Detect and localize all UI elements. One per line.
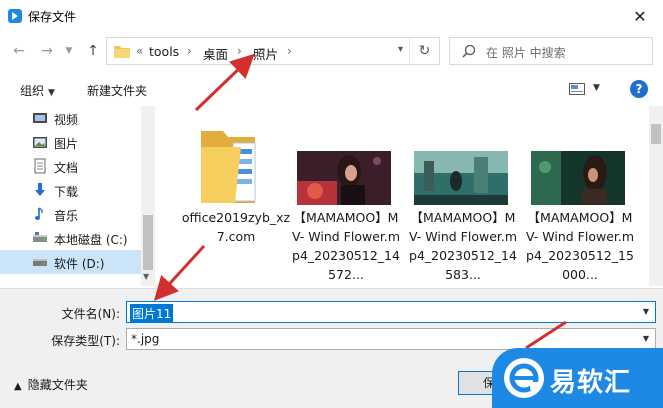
up-button[interactable]: ↑ — [84, 42, 102, 60]
arrow-right-icon: → — [41, 43, 53, 59]
download-icon — [35, 183, 45, 196]
sidebar-item-music[interactable]: 音乐 — [0, 202, 141, 226]
file-name: 【MAMAMOO】MV- Wind Flower.mp4_20230512_14… — [291, 210, 401, 282]
address-segment-photos[interactable]: 照片 — [253, 44, 278, 63]
watermark-logo-mark — [504, 358, 544, 398]
chevron-up-icon: ▲ — [14, 381, 22, 392]
navigation-pane: 视频 图片 文档 下载 音乐 本地磁盘 (C:) 软件 (D:) — [0, 106, 155, 286]
view-options-caret-icon[interactable]: ▼ — [593, 83, 600, 93]
chevron-right-icon[interactable]: › — [287, 44, 292, 58]
filename-label: 文件名(N): — [61, 307, 120, 321]
address-segment-tools[interactable]: tools — [149, 44, 179, 59]
address-bar[interactable]: « tools › 桌面 › 照片 › ▾ ↻ — [106, 37, 440, 65]
sidebar-item-label: 音乐 — [54, 209, 79, 223]
arrow-left-icon: ← — [13, 43, 25, 59]
sidebar-item-drive-d[interactable]: 软件 (D:) — [0, 250, 141, 274]
filetype-select[interactable]: *.jpg ▼ — [126, 328, 656, 350]
scroll-down-icon[interactable]: ▼ — [143, 272, 149, 281]
sidebar-item-label: 文档 — [54, 161, 79, 175]
file-name: 【MAMAMOO】MV- Wind Flower.mp4_20230512_14… — [408, 210, 518, 282]
hide-folders-label: 隐藏文件夹 — [27, 378, 88, 392]
help-icon[interactable]: ? — [630, 80, 648, 98]
file-name: office2019zyb_xz7.com — [181, 210, 291, 244]
image-thumbnail — [297, 151, 391, 205]
refresh-icon: ↻ — [418, 43, 431, 59]
view-options-icon[interactable] — [569, 83, 585, 95]
navigation-bar: ← → ▼ ↑ « tools › 桌面 › 照片 › ▾ ↻ 在 照片 中搜索 — [0, 32, 663, 70]
filename-value: 图片11 — [130, 304, 174, 323]
chevron-down-icon: ▼ — [65, 46, 73, 56]
sidebar-item-videos[interactable]: 视频 — [0, 106, 141, 130]
search-box[interactable]: 在 照片 中搜索 — [449, 37, 653, 65]
folder-icon — [201, 131, 256, 203]
sidebar-item-label: 图片 — [54, 137, 79, 151]
folder-icon — [114, 46, 130, 58]
refresh-button[interactable]: ↻ — [409, 38, 439, 64]
organize-label: 组织 — [20, 84, 45, 98]
chevron-right-icon[interactable]: › — [187, 44, 192, 58]
video-icon — [33, 113, 47, 123]
drive-icon — [33, 259, 47, 266]
sidebar-item-label: 本地磁盘 (C:) — [54, 233, 128, 247]
pictures-icon — [33, 137, 47, 148]
filename-input[interactable]: 图片11 ▼ — [126, 301, 656, 323]
caret-down-icon: ▼ — [48, 88, 55, 98]
close-button[interactable]: ✕ — [617, 0, 663, 32]
sidebar-item-label: 下载 — [54, 185, 79, 199]
back-button[interactable]: ← — [10, 42, 28, 60]
new-folder-button[interactable]: 新建文件夹 — [87, 82, 147, 99]
title-bar: 保存文件 ✕ — [0, 0, 663, 32]
chevron-down-icon[interactable]: ▼ — [643, 334, 649, 343]
recent-locations-button[interactable]: ▼ — [60, 42, 78, 60]
image-thumbnail — [531, 151, 625, 205]
address-segment-desktop[interactable]: 桌面 — [203, 44, 228, 63]
logo-icon — [509, 363, 539, 393]
sidebar-item-pictures[interactable]: 图片 — [0, 130, 141, 154]
documents-icon — [34, 158, 46, 174]
filetype-value: *.jpg — [131, 332, 160, 346]
filetype-label: 保存类型(T): — [51, 334, 120, 348]
image-thumbnail — [414, 151, 508, 205]
file-list: office2019zyb_xz7.com 【MAMAMOO】MV- Wind … — [155, 106, 649, 286]
close-icon: ✕ — [633, 6, 647, 26]
chevron-right-icon[interactable]: › — [237, 44, 242, 58]
hide-folders-toggle[interactable]: ▲ 隐藏文件夹 — [14, 376, 88, 393]
music-icon — [35, 207, 43, 220]
forward-button[interactable]: → — [38, 42, 56, 60]
sidebar-item-drive-c[interactable]: 本地磁盘 (C:) — [0, 226, 141, 250]
address-dropdown-icon[interactable]: ▾ — [398, 44, 403, 55]
search-icon — [462, 44, 476, 58]
address-root-marker[interactable]: « — [136, 44, 143, 58]
arrow-up-icon: ↑ — [87, 43, 99, 59]
file-list-scrollbar-thumb[interactable] — [651, 124, 661, 144]
chevron-down-icon[interactable]: ▼ — [643, 307, 649, 316]
app-icon — [8, 9, 22, 23]
organize-menu[interactable]: 组织 ▼ — [20, 82, 55, 99]
window-title: 保存文件 — [28, 10, 77, 24]
watermark-text: 易软汇 — [550, 368, 632, 398]
drive-icon — [33, 232, 47, 242]
sidebar-scrollbar-thumb[interactable] — [143, 215, 153, 270]
file-name: 【MAMAMOO】MV- Wind Flower.mp4_20230512_15… — [525, 210, 635, 282]
command-bar: 组织 ▼ 新建文件夹 — [0, 76, 663, 104]
search-placeholder: 在 照片 中搜索 — [486, 46, 566, 60]
watermark-logo: 易软汇 — [492, 348, 663, 408]
sidebar-item-label: 软件 (D:) — [54, 257, 105, 271]
sidebar-item-documents[interactable]: 文档 — [0, 154, 141, 178]
sidebar-item-label: 视频 — [54, 113, 79, 127]
sidebar-item-downloads[interactable]: 下载 — [0, 178, 141, 202]
